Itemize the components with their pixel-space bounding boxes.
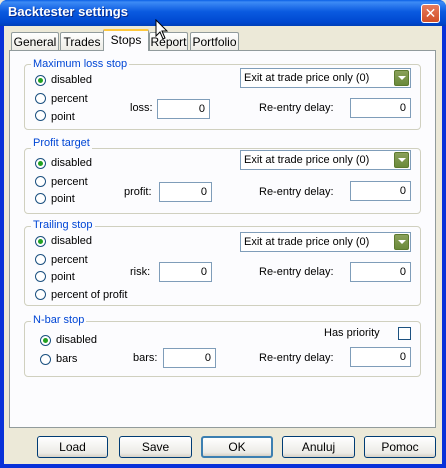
profit-target-amount-input[interactable]: 0 [159,182,212,202]
trailing-disabled-radio[interactable] [35,236,46,247]
trailing-amount-label: risk: [130,266,151,278]
chevron-down-icon[interactable] [394,234,409,250]
trailing-percent-of-profit-radio[interactable] [35,289,46,300]
profit-target-point-radio[interactable] [35,193,46,204]
nbar-amount-input[interactable]: 0 [163,348,216,368]
has-priority-checkbox[interactable] [398,327,411,340]
nbar-stop-legend: N-bar stop [31,314,87,326]
trailing-point-label[interactable]: point [51,271,75,284]
trailing-exit-mode-value: Exit at trade price only (0) [244,236,370,248]
trailing-disabled-label[interactable]: disabled [51,235,92,248]
cancel-button[interactable]: Anuluj [282,436,355,458]
trailing-reentry-input[interactable]: 0 [350,262,411,282]
window-border-left [0,26,4,468]
max-loss-point-radio[interactable] [35,110,46,121]
max-loss-reentry-label: Re-entry delay: [259,102,334,114]
profit-target-exit-mode-value: Exit at trade price only (0) [244,154,370,166]
trailing-percent-of-profit-label[interactable]: percent of profit [51,289,127,302]
window-border-right [442,26,446,468]
chevron-down-icon[interactable] [394,70,409,86]
nbar-amount-label: bars: [133,352,158,364]
profit-target-reentry-input[interactable]: 0 [350,181,411,201]
ok-button[interactable]: OK [201,436,273,458]
max-loss-percent-label[interactable]: percent [51,93,88,106]
profit-target-reentry-label: Re-entry delay: [259,186,334,198]
trailing-reentry-label: Re-entry delay: [259,266,334,278]
tab-portfolio[interactable]: Portfolio [190,32,239,50]
trailing-point-radio[interactable] [35,271,46,282]
max-loss-disabled-radio[interactable] [35,75,46,86]
profit-target-disabled-radio[interactable] [35,158,46,169]
trailing-percent-radio[interactable] [35,254,46,265]
tab-general[interactable]: General [11,32,59,50]
trailing-stop-legend: Trailing stop [31,219,95,231]
max-loss-percent-radio[interactable] [35,93,46,104]
nbar-reentry-input[interactable]: 0 [350,347,411,367]
max-loss-legend: Maximum loss stop [31,58,130,70]
profit-target-disabled-label[interactable]: disabled [51,157,92,170]
has-priority-label[interactable]: Has priority [324,327,380,340]
window-border-bottom [0,464,446,468]
nbar-disabled-label[interactable]: disabled [56,334,97,347]
max-loss-reentry-input[interactable]: 0 [350,98,411,118]
load-button[interactable]: Load [37,436,108,458]
chevron-down-icon[interactable] [394,152,409,168]
trailing-percent-label[interactable]: percent [51,254,88,267]
nbar-disabled-radio[interactable] [40,335,51,346]
max-loss-exit-mode-value: Exit at trade price only (0) [244,72,370,84]
profit-target-amount-label: profit: [124,186,152,198]
close-button[interactable]: ✕ [421,4,440,23]
profit-target-point-label[interactable]: point [51,193,75,206]
mouse-cursor-icon [155,19,169,40]
nbar-bars-radio[interactable] [40,354,51,365]
help-button[interactable]: Pomoc [364,436,436,458]
nbar-reentry-label: Re-entry delay: [259,352,334,364]
profit-target-legend: Profit target [31,137,92,149]
max-loss-exit-mode-select[interactable]: Exit at trade price only (0) [240,68,411,88]
profit-target-exit-mode-select[interactable]: Exit at trade price only (0) [240,150,411,170]
profit-target-percent-label[interactable]: percent [51,176,88,189]
save-button[interactable]: Save [119,436,192,458]
nbar-bars-label[interactable]: bars [56,353,77,366]
trailing-exit-mode-select[interactable]: Exit at trade price only (0) [240,232,411,252]
tab-trades[interactable]: Trades [60,32,104,50]
profit-target-percent-radio[interactable] [35,176,46,187]
trailing-amount-input[interactable]: 0 [159,262,212,282]
window-title: Backtester settings [8,4,128,19]
max-loss-amount-input[interactable]: 0 [157,99,210,119]
max-loss-point-label[interactable]: point [51,111,75,124]
tab-stops[interactable]: Stops [103,29,149,51]
max-loss-amount-label: loss: [130,102,153,114]
max-loss-disabled-label[interactable]: disabled [51,74,92,87]
